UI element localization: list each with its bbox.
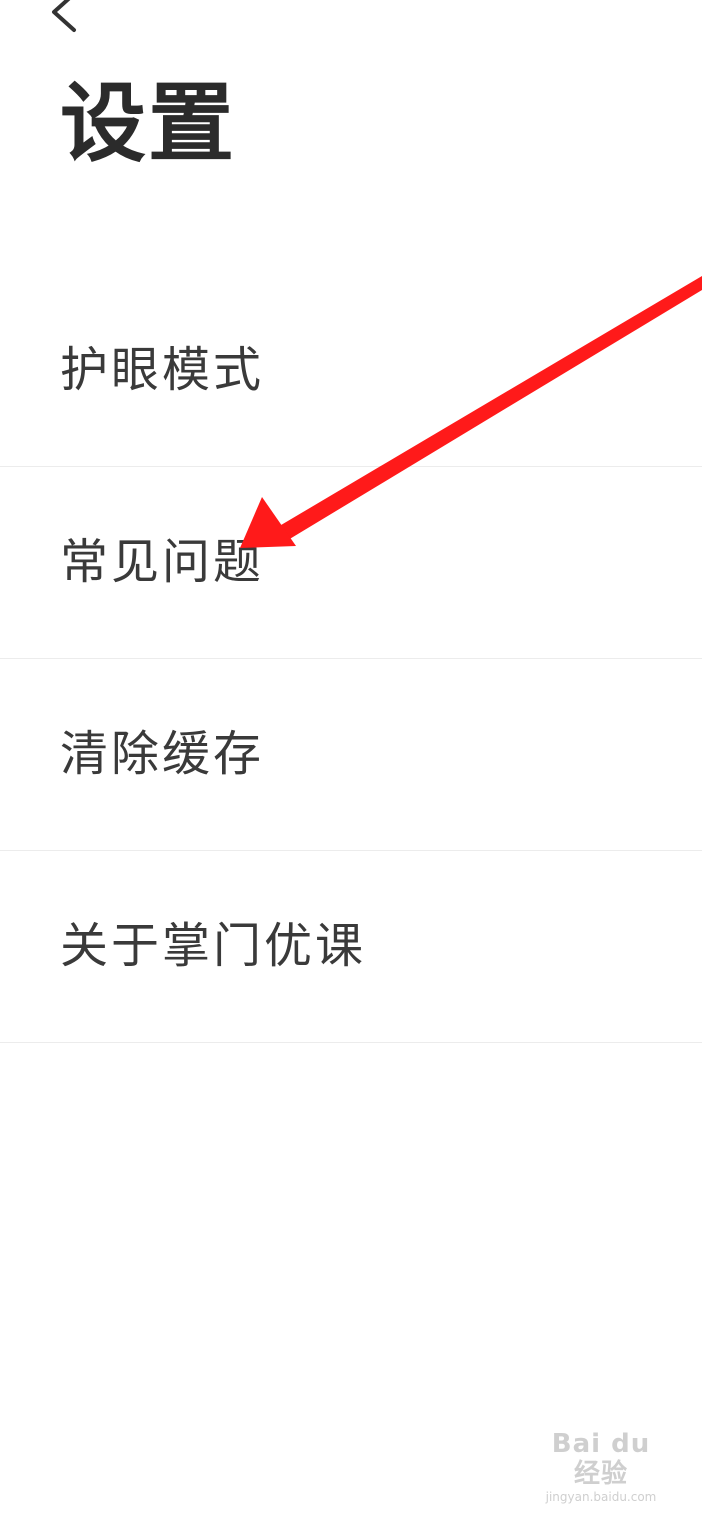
- back-button[interactable]: [44, 0, 92, 34]
- watermark-logo: Bai du 经验: [551, 1429, 651, 1489]
- watermark-url: jingyan.baidu.com: [545, 1490, 657, 1504]
- page-title: 设置: [60, 74, 236, 174]
- settings-item-label: 常见问题: [60, 534, 265, 590]
- watermark: Bai du 经验 jingyan.baidu.com: [536, 1429, 666, 1505]
- settings-item-label: 关于掌门优课: [60, 918, 367, 974]
- settings-item-eye-protection[interactable]: 护眼模式: [0, 275, 702, 467]
- settings-item-faq[interactable]: 常见问题: [0, 467, 702, 659]
- settings-item-about[interactable]: 关于掌门优课: [0, 851, 702, 1043]
- settings-item-label: 护眼模式: [60, 342, 265, 398]
- settings-item-label: 清除缓存: [60, 726, 265, 782]
- settings-item-clear-cache[interactable]: 清除缓存: [0, 659, 702, 851]
- chevron-left-icon: [52, 0, 76, 32]
- settings-list: 护眼模式 常见问题 清除缓存 关于掌门优课: [0, 275, 702, 1043]
